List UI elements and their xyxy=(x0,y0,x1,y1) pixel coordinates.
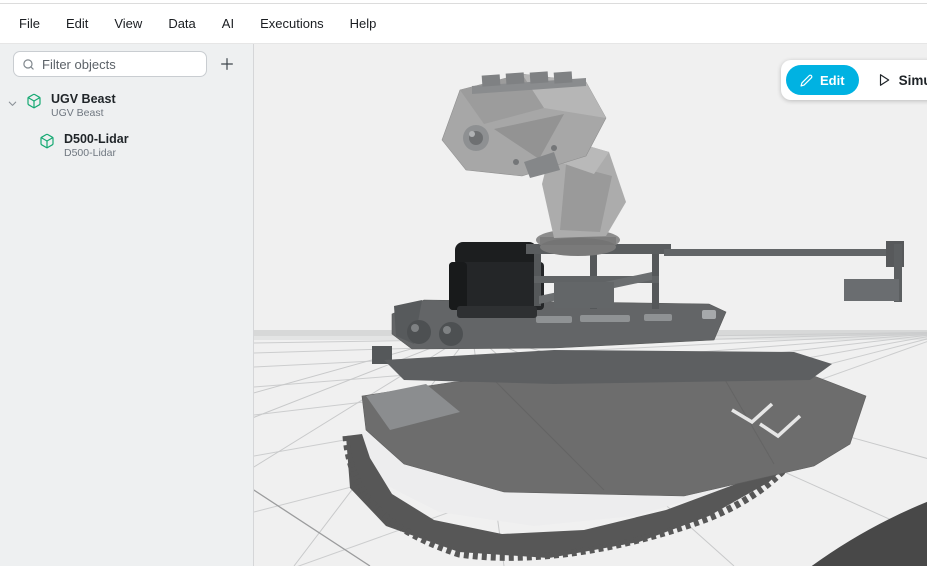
search-icon xyxy=(23,58,34,70)
simulate-mode-button[interactable]: Simulate xyxy=(871,65,927,95)
tree-item-ugv-beast[interactable]: UGV Beast UGV Beast xyxy=(7,92,253,120)
tree-item-title: UGV Beast xyxy=(51,92,116,106)
cube-icon xyxy=(27,93,41,109)
plus-icon xyxy=(221,58,233,70)
filter-objects-box xyxy=(13,51,207,77)
tree-item-title: D500-Lidar xyxy=(64,132,129,147)
mode-toolbar: Edit Simulate xyxy=(781,60,927,100)
menu-edit[interactable]: Edit xyxy=(53,16,101,31)
edit-mode-button[interactable]: Edit xyxy=(786,65,859,95)
tree-item-subtitle: UGV Beast xyxy=(51,107,104,119)
ugv-robot-model[interactable] xyxy=(342,71,927,566)
menu-executions[interactable]: Executions xyxy=(247,16,337,31)
tree-item-d500-lidar[interactable]: D500-Lidar D500-Lidar xyxy=(39,132,253,160)
object-sidebar: UGV Beast UGV Beast D500-Lidar D500-Lida… xyxy=(0,44,254,566)
hull-top-beam xyxy=(384,350,832,384)
scene-canvas[interactable] xyxy=(254,44,927,566)
tree-item-subtitle: D500-Lidar xyxy=(64,147,116,160)
filter-objects-input[interactable] xyxy=(42,56,198,72)
object-tree: UGV Beast UGV Beast D500-Lidar D500-Lida… xyxy=(0,92,253,160)
menu-bar: File Edit View Data AI Executions Help xyxy=(0,4,927,44)
add-object-button[interactable] xyxy=(213,51,241,77)
menu-help[interactable]: Help xyxy=(337,16,390,31)
simulate-button-label: Simulate xyxy=(898,72,927,88)
cube-icon xyxy=(40,133,54,149)
pencil-icon xyxy=(800,74,813,87)
robotic-arm[interactable] xyxy=(441,71,626,238)
scene-viewport[interactable]: Edit Simulate xyxy=(254,44,927,566)
edit-button-label: Edit xyxy=(820,72,845,88)
menu-data[interactable]: Data xyxy=(155,16,208,31)
chevron-down-icon[interactable] xyxy=(7,98,18,109)
menu-file[interactable]: File xyxy=(6,16,53,31)
play-icon xyxy=(879,74,889,86)
menu-view[interactable]: View xyxy=(101,16,155,31)
menu-ai[interactable]: AI xyxy=(209,16,247,31)
